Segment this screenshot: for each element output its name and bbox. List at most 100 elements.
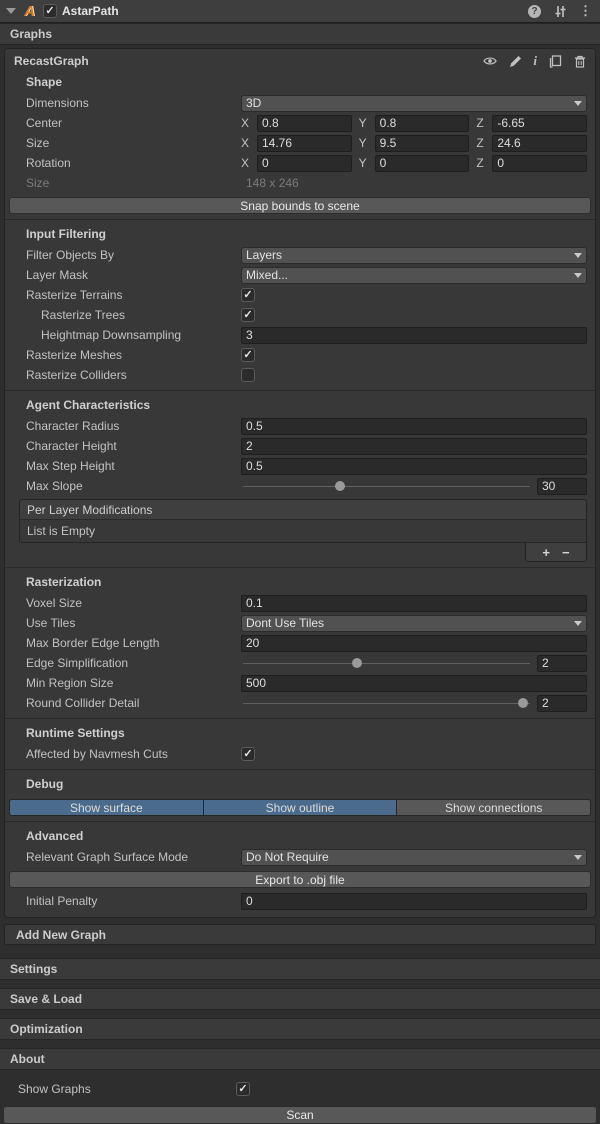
use-tiles-dropdown[interactable]: Dont Use Tiles xyxy=(241,615,587,632)
list-empty-row: List is Empty xyxy=(20,520,586,542)
show-graphs-label: Show Graphs xyxy=(0,1082,236,1096)
relevant-graph-surface-mode-value: Do Not Require xyxy=(246,850,329,865)
center-x-field[interactable]: 0.8 xyxy=(257,115,352,132)
round-collider-detail-field[interactable]: 2 xyxy=(537,695,587,712)
size-label: Size xyxy=(5,136,241,150)
round-collider-detail-row: Round Collider Detail 2 xyxy=(5,693,595,713)
scan-button[interactable]: Scan xyxy=(3,1106,597,1124)
snap-bounds-button[interactable]: Snap bounds to scene xyxy=(9,197,591,214)
max-step-height-row: Max Step Height 0.5 xyxy=(5,456,595,476)
max-slope-label: Max Slope xyxy=(5,479,241,493)
slider-handle[interactable] xyxy=(518,698,528,708)
relevant-graph-surface-mode-label: Relevant Graph Surface Mode xyxy=(5,850,241,864)
filter-objects-by-dropdown[interactable]: Layers xyxy=(241,247,587,264)
recast-graph-title: RecastGraph xyxy=(14,54,89,68)
rasterize-trees-checkbox[interactable]: ✓ xyxy=(241,308,255,322)
edge-simplification-field[interactable]: 2 xyxy=(537,655,587,672)
dimensions-row: Dimensions 3D xyxy=(5,93,595,113)
min-region-size-field[interactable]: 500 xyxy=(241,675,587,692)
voxel-size-field[interactable]: 0.1 xyxy=(241,595,587,612)
center-label: Center xyxy=(5,116,241,130)
relevant-graph-surface-mode-dropdown[interactable]: Do Not Require xyxy=(241,849,587,866)
character-radius-field[interactable]: 0.5 xyxy=(241,418,587,435)
use-tiles-row: Use Tiles Dont Use Tiles xyxy=(5,613,595,633)
show-connections-toggle[interactable]: Show connections xyxy=(397,799,591,816)
max-slope-field[interactable]: 30 xyxy=(537,478,587,495)
kebab-menu-icon[interactable]: ⋮ xyxy=(579,3,592,19)
show-graphs-row: Show Graphs ✓ xyxy=(0,1079,600,1099)
help-icon[interactable]: ? xyxy=(528,5,541,18)
duplicate-icon[interactable] xyxy=(548,54,562,68)
graphs-section-label: Graphs xyxy=(10,27,52,41)
chevron-down-icon xyxy=(574,101,582,106)
character-height-field[interactable]: 2 xyxy=(241,438,587,455)
max-slope-slider[interactable] xyxy=(241,478,532,494)
rotation-z-field[interactable]: 0 xyxy=(492,155,587,172)
rasterize-meshes-label: Rasterize Meshes xyxy=(5,348,241,362)
about-section-header[interactable]: About xyxy=(0,1048,600,1070)
min-region-size-row: Min Region Size 500 xyxy=(5,673,595,693)
graphs-section-header[interactable]: Graphs xyxy=(0,23,600,45)
show-surface-toggle[interactable]: Show surface xyxy=(9,799,204,816)
agent-characteristics-heading: Agent Characteristics xyxy=(5,390,595,416)
size-row: Size X 14.76 Y 9.5 Z 24.6 xyxy=(5,133,595,153)
heightmap-downsampling-field[interactable]: 3 xyxy=(241,327,587,344)
per-layer-modifications-list: Per Layer Modifications List is Empty + … xyxy=(19,499,587,562)
size-x-field[interactable]: 14.76 xyxy=(257,135,352,152)
recast-graph-title-row[interactable]: RecastGraph i xyxy=(5,49,595,71)
rasterize-colliders-checkbox[interactable]: ✓ xyxy=(241,368,255,382)
slider-handle[interactable] xyxy=(352,658,362,668)
affected-by-navmesh-cuts-checkbox[interactable]: ✓ xyxy=(241,747,255,761)
component-title: AstarPath xyxy=(62,4,119,18)
component-enabled-checkbox[interactable]: ✓ xyxy=(43,4,57,18)
size-y-field[interactable]: 9.5 xyxy=(375,135,470,152)
axis-x-label: X xyxy=(241,156,257,170)
edge-simplification-label: Edge Simplification xyxy=(5,656,241,670)
show-outline-toggle[interactable]: Show outline xyxy=(204,799,398,816)
voxel-size-label: Voxel Size xyxy=(5,596,241,610)
chevron-down-icon xyxy=(574,855,582,860)
show-graphs-checkbox[interactable]: ✓ xyxy=(236,1082,250,1096)
astar-logo-icon: A xyxy=(21,4,38,19)
list-remove-button[interactable]: − xyxy=(562,546,570,559)
presets-icon[interactable] xyxy=(553,4,567,18)
rasterize-meshes-row: Rasterize Meshes ✓ xyxy=(5,345,595,365)
export-obj-button[interactable]: Export to .obj file xyxy=(9,871,591,888)
axis-z-label: Z xyxy=(476,156,492,170)
max-border-edge-length-field[interactable]: 20 xyxy=(241,635,587,652)
info-icon[interactable]: i xyxy=(533,53,537,69)
rotation-x-field[interactable]: 0 xyxy=(257,155,352,172)
rasterize-trees-label: Rasterize Trees xyxy=(5,308,241,322)
min-region-size-label: Min Region Size xyxy=(5,676,241,690)
character-radius-row: Character Radius 0.5 xyxy=(5,416,595,436)
max-step-height-field[interactable]: 0.5 xyxy=(241,458,587,475)
slider-handle[interactable] xyxy=(335,481,345,491)
eye-icon[interactable] xyxy=(483,54,497,68)
center-z-field[interactable]: -6.65 xyxy=(492,115,587,132)
foldout-triangle-icon[interactable] xyxy=(6,8,16,14)
initial-penalty-field[interactable]: 0 xyxy=(241,893,587,910)
rotation-y-field[interactable]: 0 xyxy=(375,155,470,172)
round-collider-detail-slider[interactable] xyxy=(241,695,532,711)
dimensions-dropdown[interactable]: 3D xyxy=(241,95,587,112)
max-border-edge-length-label: Max Border Edge Length xyxy=(5,636,241,650)
rasterize-meshes-checkbox[interactable]: ✓ xyxy=(241,348,255,362)
list-add-button[interactable]: + xyxy=(542,546,550,559)
per-layer-modifications-header[interactable]: Per Layer Modifications xyxy=(20,500,586,520)
layer-mask-dropdown[interactable]: Mixed... xyxy=(241,267,587,284)
center-y-field[interactable]: 0.8 xyxy=(375,115,470,132)
pencil-icon[interactable] xyxy=(508,54,522,68)
add-new-graph-button[interactable]: Add New Graph xyxy=(4,924,596,945)
save-load-section-header[interactable]: Save & Load xyxy=(0,988,600,1010)
character-radius-label: Character Radius xyxy=(5,419,241,433)
size-z-field[interactable]: 24.6 xyxy=(492,135,587,152)
trash-icon[interactable] xyxy=(573,54,587,68)
character-height-label: Character Height xyxy=(5,439,241,453)
runtime-settings-heading: Runtime Settings xyxy=(5,718,595,744)
settings-section-header[interactable]: Settings xyxy=(0,958,600,980)
edge-simplification-slider[interactable] xyxy=(241,655,532,671)
use-tiles-value: Dont Use Tiles xyxy=(246,616,324,631)
optimization-section-header[interactable]: Optimization xyxy=(0,1018,600,1040)
rasterize-terrains-checkbox[interactable]: ✓ xyxy=(241,288,255,302)
optimization-section-label: Optimization xyxy=(10,1022,83,1036)
